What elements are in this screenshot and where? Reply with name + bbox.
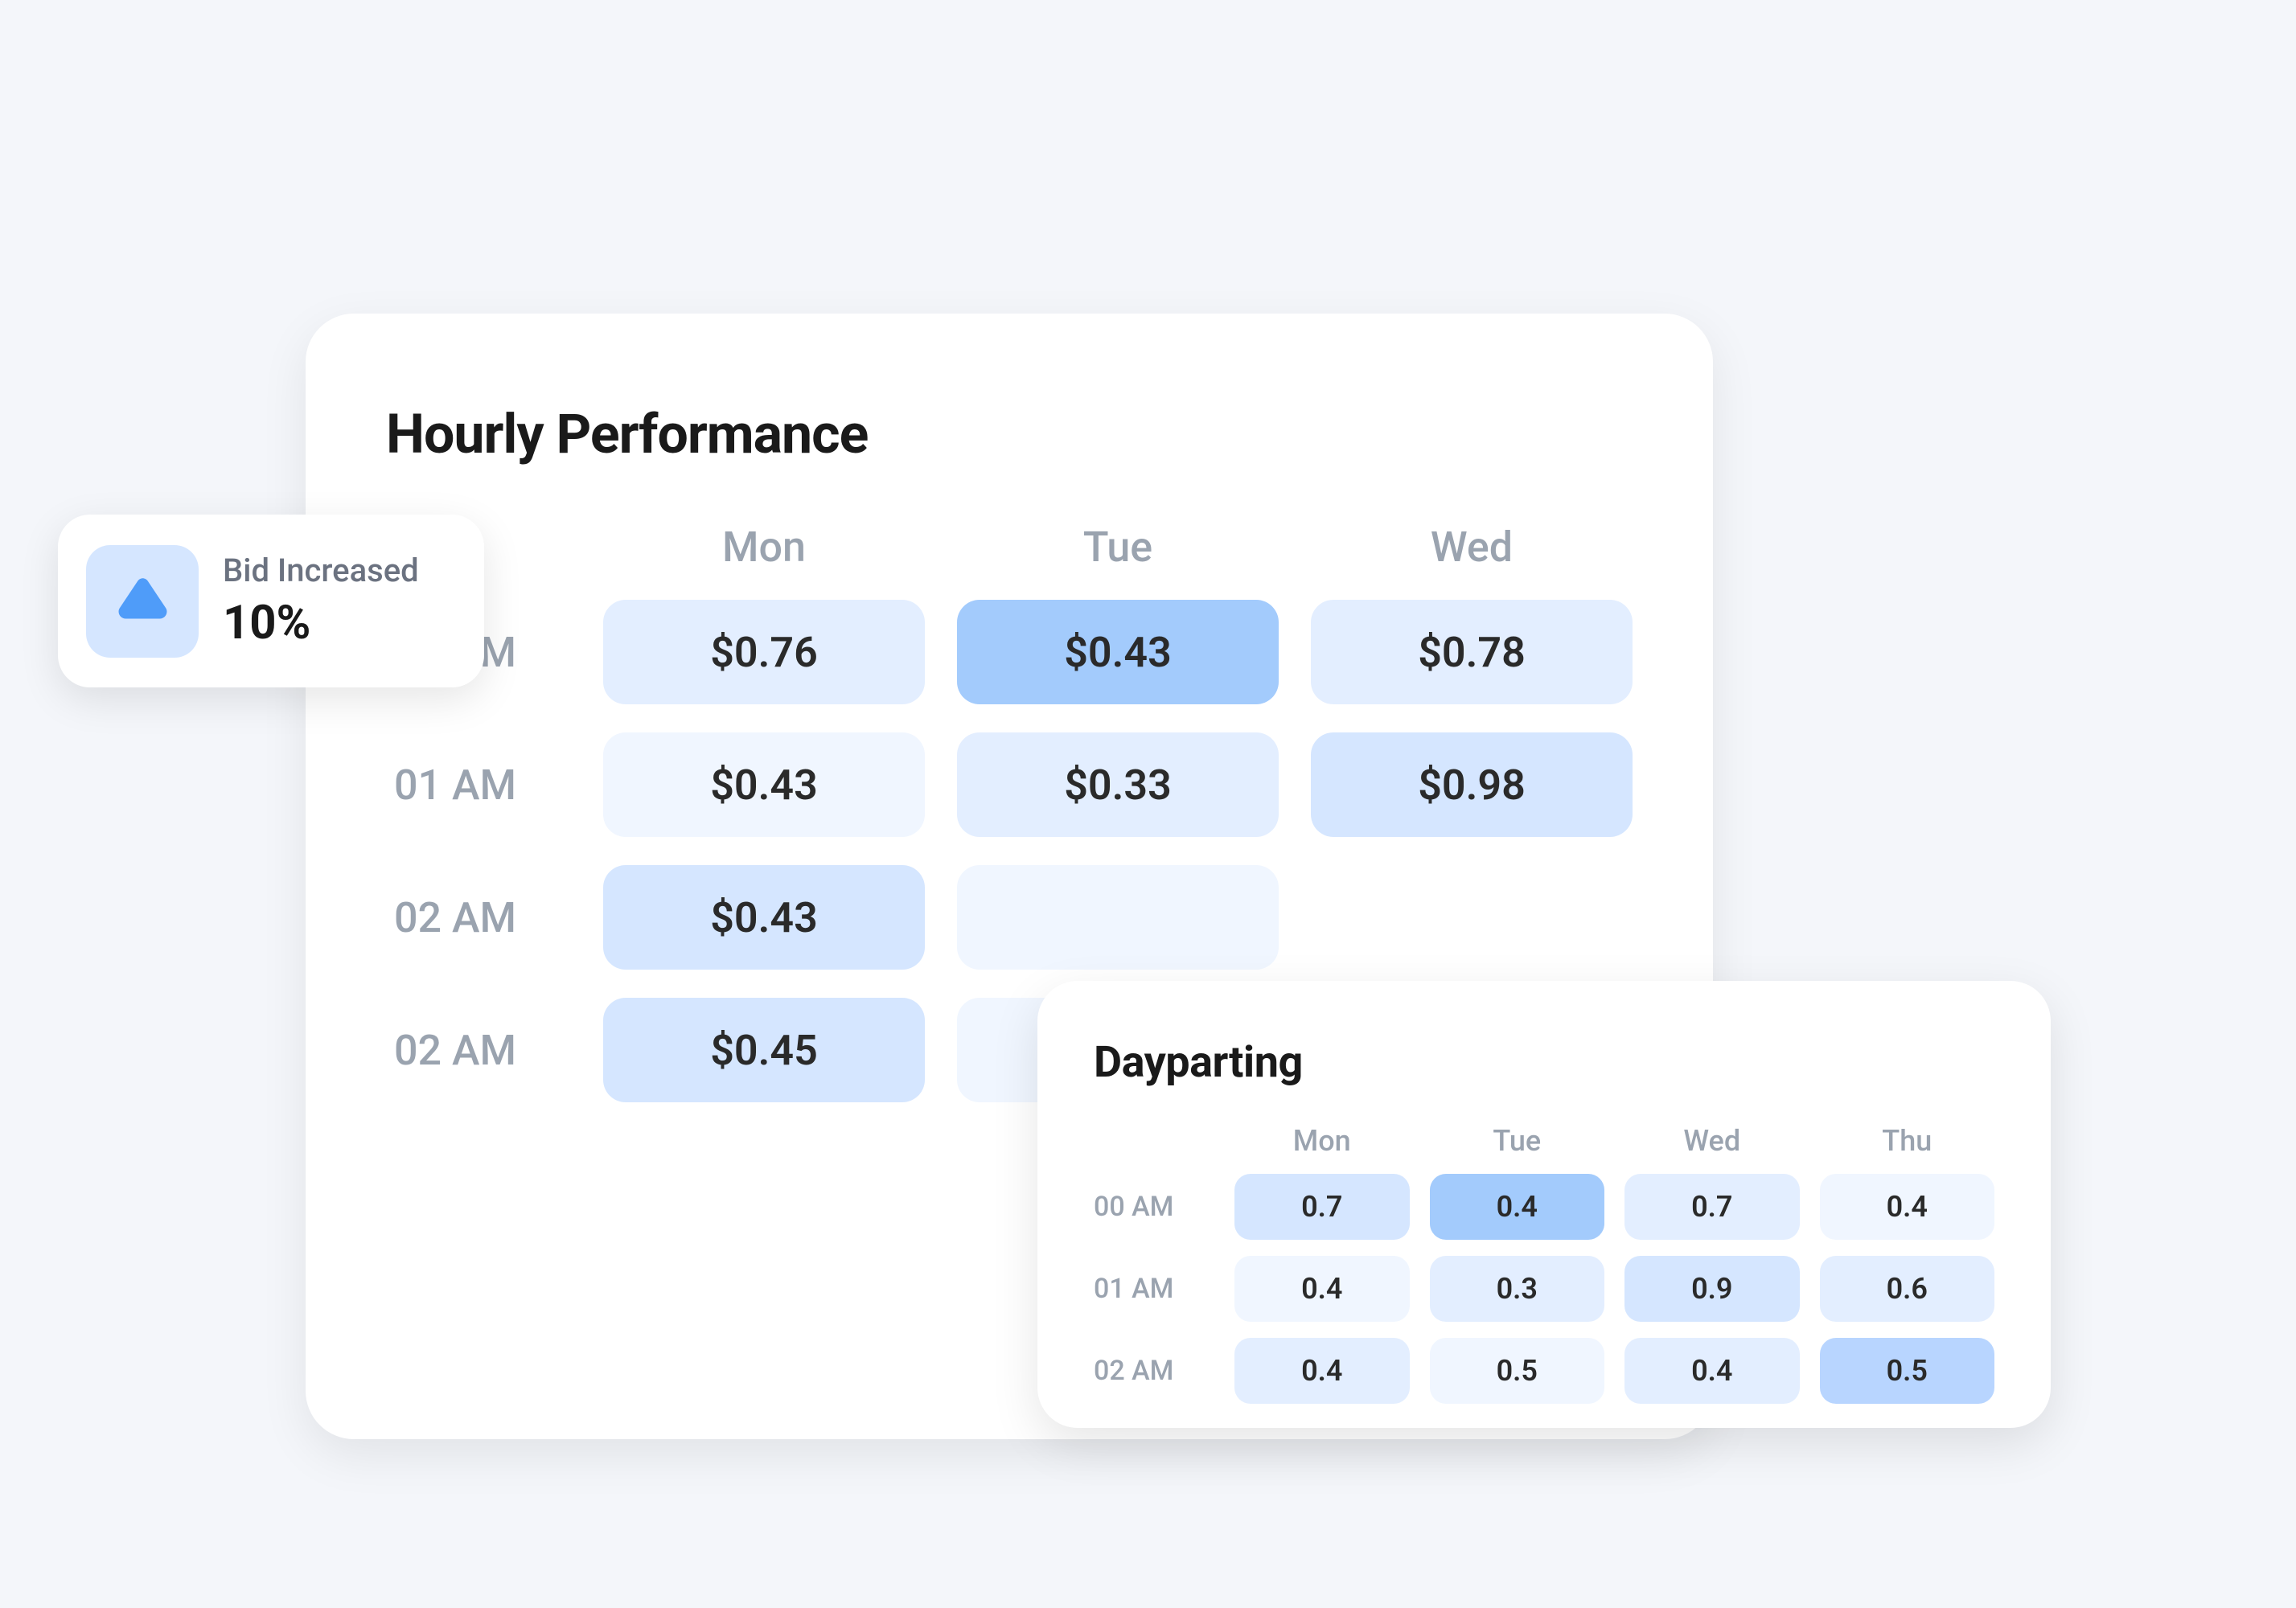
dayparting-cell[interactable]: 0.7: [1234, 1174, 1410, 1240]
bid-increased-badge: Bid Increased 10%: [58, 515, 484, 687]
dp-col-header-tue: Tue: [1430, 1124, 1605, 1158]
dayparting-cell[interactable]: 0.5: [1820, 1338, 1995, 1404]
dayparting-title: Dayparting: [1094, 1037, 1994, 1088]
dp-col-header-mon: Mon: [1234, 1124, 1410, 1158]
dayparting-grid: Mon Tue Wed Thu 00 AM 0.7 0.4 0.7 0.4 01 AM 0.…: [1094, 1124, 1994, 1404]
hourly-row-label: 02 AM: [386, 1026, 571, 1075]
bid-icon-box: [86, 545, 199, 658]
hourly-cell[interactable]: $0.76: [603, 600, 925, 704]
dayparting-cell[interactable]: 0.4: [1624, 1338, 1800, 1404]
hourly-cell[interactable]: $0.33: [957, 732, 1279, 837]
dayparting-cell[interactable]: 0.7: [1624, 1174, 1800, 1240]
dp-col-header-wed: Wed: [1624, 1124, 1800, 1158]
dayparting-cell[interactable]: 0.5: [1430, 1338, 1605, 1404]
hourly-cell[interactable]: $0.45: [603, 998, 925, 1102]
hourly-cell[interactable]: $0.78: [1311, 600, 1633, 704]
bid-label: Bid Increased: [223, 552, 419, 589]
bid-text: Bid Increased 10%: [223, 552, 419, 650]
dayparting-row-label: 01 AM: [1094, 1273, 1214, 1305]
dayparting-cell[interactable]: 0.6: [1820, 1256, 1995, 1322]
hourly-cell[interactable]: [957, 865, 1279, 970]
col-header-tue: Tue: [957, 523, 1279, 572]
dayparting-row-label: 00 AM: [1094, 1191, 1214, 1223]
dp-col-header-thu: Thu: [1820, 1124, 1995, 1158]
hourly-cell[interactable]: $0.98: [1311, 732, 1633, 837]
dayparting-cell[interactable]: 0.3: [1430, 1256, 1605, 1322]
dayparting-card: Dayparting Mon Tue Wed Thu 00 AM 0.7 0.4 0.…: [1037, 981, 2051, 1428]
hourly-cell[interactable]: $0.43: [603, 732, 925, 837]
triangle-up-icon: [113, 569, 173, 633]
hourly-row-label: 01 AM: [386, 761, 571, 810]
hourly-cell[interactable]: $0.43: [603, 865, 925, 970]
main-canvas: Hourly Performance Mon Tue Wed 00 AM $0.7…: [0, 0, 2296, 1608]
col-header-wed: Wed: [1311, 523, 1633, 572]
dayparting-cell[interactable]: 0.4: [1430, 1174, 1605, 1240]
hourly-cell[interactable]: $0.43: [957, 600, 1279, 704]
hourly-title: Hourly Performance: [386, 402, 1633, 466]
dayparting-cell[interactable]: 0.4: [1234, 1256, 1410, 1322]
dayparting-cell[interactable]: 0.9: [1624, 1256, 1800, 1322]
bid-value: 10%: [223, 596, 419, 650]
dayparting-cell[interactable]: 0.4: [1820, 1174, 1995, 1240]
dayparting-cell[interactable]: 0.4: [1234, 1338, 1410, 1404]
dayparting-row-label: 02 AM: [1094, 1355, 1214, 1387]
hourly-row-label: 02 AM: [386, 893, 571, 942]
col-header-mon: Mon: [603, 523, 925, 572]
